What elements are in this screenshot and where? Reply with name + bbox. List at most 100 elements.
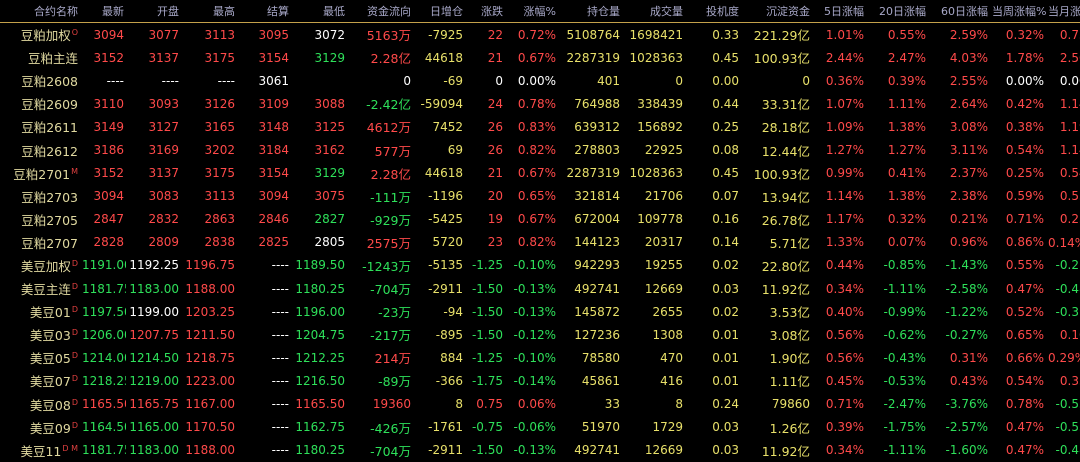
- col-header-name[interactable]: 合约名称: [0, 0, 80, 23]
- cell-value: 0.83%: [517, 119, 556, 134]
- cell-value: 0.16: [712, 212, 739, 227]
- table-row[interactable]: 美豆05D1214.001214.501218.75----1212.25214…: [0, 346, 1080, 369]
- col-header-5d-change[interactable]: 5日涨幅: [812, 0, 866, 23]
- cell-最低: 3129: [291, 162, 347, 185]
- cell-涨幅%: -0.10%: [505, 254, 558, 277]
- cell-涨跌: 26: [465, 115, 505, 138]
- cell-value: -1243万: [362, 258, 411, 274]
- cell-最高: 3202: [181, 138, 237, 161]
- cell-value: 1308: [652, 327, 683, 342]
- cell-value: 1216.50: [295, 373, 345, 388]
- cell-value: -2911: [428, 443, 463, 458]
- cell-value: 0.34%: [825, 281, 864, 296]
- cell-成交量: 1698421: [622, 23, 685, 47]
- contract-name-cell[interactable]: 美豆08D: [0, 393, 80, 416]
- cell-value: 3129: [314, 50, 345, 65]
- contract-name-cell[interactable]: 美豆01D: [0, 300, 80, 323]
- col-header-last[interactable]: 最新: [80, 0, 126, 23]
- table-row[interactable]: 美豆加权D1191.001192.251196.75----1189.50-12…: [0, 254, 1080, 277]
- cell-value: 0.54%: [1005, 373, 1044, 388]
- table-row[interactable]: 豆粕2608 ---- ---- ---- 3061 0 -69 0 0.00% 401 0 0.00…: [0, 69, 1080, 92]
- cell-value: 0.33: [712, 27, 739, 42]
- table-header-row: 合约名称 最新 开盘 最高 结算 最低 资金流向 日增仓 涨跌 涨幅% 持仓量 …: [0, 0, 1080, 23]
- cell-value: -2911: [428, 281, 463, 296]
- cell-20日涨幅: 1.27%: [866, 138, 928, 161]
- col-header-capital[interactable]: 沉淀资金: [741, 0, 812, 23]
- cell-5日涨幅: 1.14%: [812, 185, 866, 208]
- cell-value: 0.14%: [1048, 235, 1080, 250]
- col-header-60d-change[interactable]: 60日涨幅: [928, 0, 990, 23]
- cell-value: 4.03%: [949, 50, 988, 65]
- col-header-money-flow[interactable]: 资金流向: [347, 0, 413, 23]
- cell-value: 1183.00: [129, 443, 179, 458]
- table-row[interactable]: 美豆09D1164.501165.001170.50----1162.75-42…: [0, 416, 1080, 439]
- contract-name-cell[interactable]: 豆粕2701M: [0, 162, 80, 185]
- contract-name-cell[interactable]: 美豆09D: [0, 416, 80, 439]
- contract-name-cell[interactable]: 豆粕加权O: [0, 23, 80, 47]
- contract-name-cell[interactable]: 豆粕2612: [0, 138, 80, 161]
- cell-涨幅%: 0.78%: [505, 92, 558, 115]
- table-row[interactable]: 豆粕2701M 3152 3137 3175 3154 3129 2.28亿 44618 21 0…: [0, 162, 1080, 185]
- table-row[interactable]: 美豆08D1165.501165.751167.00----1165.50193…: [0, 393, 1080, 416]
- col-header-speculation[interactable]: 投机度: [685, 0, 741, 23]
- contract-name-cell[interactable]: 美豆加权D: [0, 254, 80, 277]
- cell-value: 1162.75: [295, 420, 345, 435]
- col-header-open[interactable]: 开盘: [126, 0, 181, 23]
- col-header-settle[interactable]: 结算: [237, 0, 291, 23]
- cell-value: -0.13%: [513, 304, 556, 319]
- cell-value: 1203.25: [185, 304, 235, 319]
- contract-name-cell[interactable]: 豆粕2705: [0, 208, 80, 231]
- table-row[interactable]: 豆粕2705 2847 2832 2863 2846 2827 -929万 -5425 19 0.…: [0, 208, 1080, 231]
- table-row[interactable]: 美豆主连D1181.751183.001188.00----1180.25-70…: [0, 277, 1080, 300]
- contract-name-cell[interactable]: 美豆07D: [0, 369, 80, 392]
- contract-name-cell[interactable]: 豆粕2707: [0, 231, 80, 254]
- cell-value: 416: [660, 373, 683, 388]
- contract-name-cell[interactable]: 美豆11D M: [0, 439, 80, 462]
- contract-marker: D: [71, 374, 78, 384]
- cell-value: 0.44%: [825, 258, 864, 273]
- table-row[interactable]: 美豆07D1218.251219.001223.00----1216.50-89…: [0, 369, 1080, 392]
- table-row[interactable]: 豆粕2703 3094 3083 3113 3094 3075 -111万 -1196 20 0.…: [0, 185, 1080, 208]
- table-row[interactable]: 豆粕2707 2828 2809 2838 2825 2805 2575万 5720 23 0.8…: [0, 231, 1080, 254]
- table-row[interactable]: 豆粕2609 3110 3093 3126 3109 3088 -2.42亿 -59094 24…: [0, 92, 1080, 115]
- col-header-change[interactable]: 涨跌: [465, 0, 505, 23]
- cell-最低: 3162: [291, 138, 347, 161]
- table-row[interactable]: 美豆01D1197.501199.001203.25----1196.00-23…: [0, 300, 1080, 323]
- contract-name-cell[interactable]: 美豆主连D: [0, 277, 80, 300]
- contract-name-cell[interactable]: 美豆03D: [0, 323, 80, 346]
- col-header-20d-change[interactable]: 20日涨幅: [866, 0, 928, 23]
- table-row[interactable]: 豆粕主连 3152 3137 3175 3154 3129 2.28亿 44618 21 0.67…: [0, 46, 1080, 69]
- cell-value: 0.03: [712, 443, 739, 458]
- contract-name-cell[interactable]: 豆粕2608: [0, 69, 80, 92]
- contract-name-cell[interactable]: 豆粕主连: [0, 46, 80, 69]
- cell-当月涨幅%: -0.21%: [1046, 254, 1080, 277]
- cell-投机度: 0.01: [685, 323, 741, 346]
- col-header-month-change[interactable]: 当月涨幅%: [1046, 0, 1080, 23]
- cell-value: ----: [271, 258, 289, 273]
- col-header-high[interactable]: 最高: [181, 0, 237, 23]
- cell-结算: ----: [237, 254, 291, 277]
- contract-name-cell[interactable]: 美豆05D: [0, 346, 80, 369]
- col-header-low[interactable]: 最低: [291, 0, 347, 23]
- contract-name-cell[interactable]: 豆粕2611: [0, 115, 80, 138]
- contract-name-cell[interactable]: 豆粕2703: [0, 185, 80, 208]
- col-header-week-change[interactable]: 当周涨幅%: [990, 0, 1046, 23]
- cell-60日涨幅: 0.96%: [928, 231, 990, 254]
- table-row[interactable]: 豆粕加权O 3094 3077 3113 3095 3072 5163万 -7925 22 0.7…: [0, 23, 1080, 47]
- col-header-oi-change[interactable]: 日增仓: [413, 0, 465, 23]
- cell-结算: ----: [237, 416, 291, 439]
- cell-日增仓: -895: [413, 323, 465, 346]
- cell-成交量: 1028363: [622, 46, 685, 69]
- contract-name-cell[interactable]: 豆粕2609: [0, 92, 80, 115]
- col-header-volume[interactable]: 成交量: [622, 0, 685, 23]
- cell-value: 0.08: [712, 143, 739, 158]
- contract-name: 美豆08: [29, 397, 71, 413]
- cell-value: 470: [660, 350, 683, 365]
- table-row[interactable]: 美豆03D1206.001207.751211.50----1204.75-21…: [0, 323, 1080, 346]
- table-row[interactable]: 豆粕2611 3149 3127 3165 3148 3125 4612万 7452 26 0.8…: [0, 115, 1080, 138]
- col-header-change-pct[interactable]: 涨幅%: [505, 0, 558, 23]
- table-row[interactable]: 美豆11D M1181.751183.001188.00----1180.25-…: [0, 439, 1080, 462]
- cell-value: -1.22%: [945, 304, 988, 319]
- table-row[interactable]: 豆粕2612 3186 3169 3202 3184 3162 577万 69 26 0.82% 2…: [0, 138, 1080, 161]
- col-header-open-interest[interactable]: 持仓量: [558, 0, 622, 23]
